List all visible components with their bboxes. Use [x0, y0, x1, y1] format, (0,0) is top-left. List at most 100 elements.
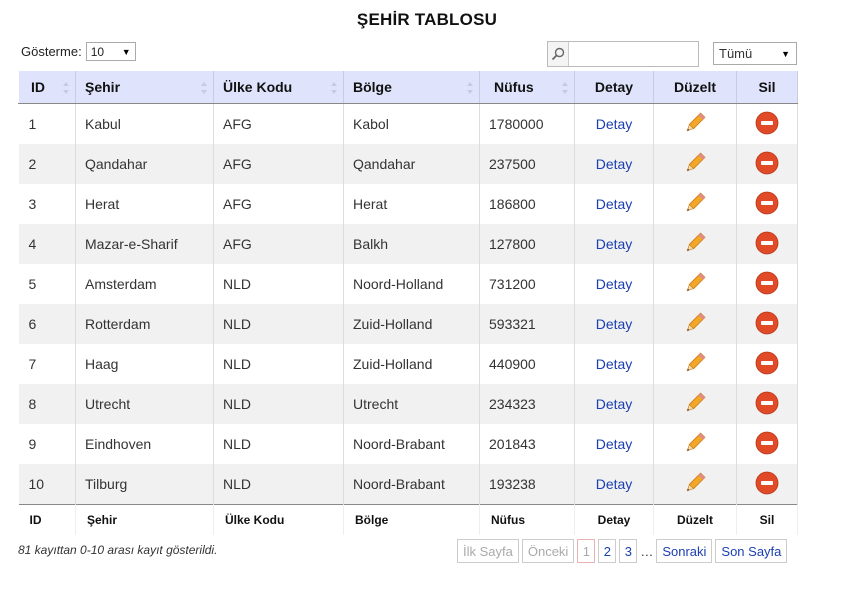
delete-icon[interactable]	[755, 111, 779, 138]
cell-country-code: NLD	[213, 424, 344, 464]
delete-icon[interactable]	[755, 151, 779, 178]
footer-nufus: Nüfus	[479, 504, 575, 535]
footer-ulke-kodu: Ülke Kodu	[213, 504, 344, 535]
pencil-icon[interactable]	[683, 352, 707, 378]
delete-icon[interactable]	[755, 271, 779, 298]
cell-id: 6	[18, 304, 76, 344]
next-page-button[interactable]: Sonraki	[656, 539, 713, 563]
cell-city: Herat	[75, 184, 214, 224]
table-row: 10 Tilburg NLD Noord-Brabant 193238 Deta…	[18, 464, 798, 505]
detail-link[interactable]: Detay	[596, 196, 633, 212]
table-row: 5 Amsterdam NLD Noord-Holland 731200 Det…	[18, 264, 798, 304]
pencil-icon[interactable]	[683, 312, 707, 338]
detail-link[interactable]: Detay	[596, 156, 633, 172]
detail-link[interactable]: Detay	[596, 236, 633, 252]
cell-country-code: NLD	[213, 264, 344, 304]
detail-link[interactable]: Detay	[596, 396, 633, 412]
column-header-id[interactable]: ID	[18, 71, 76, 104]
column-header-nufus[interactable]: Nüfus	[479, 71, 575, 104]
column-header-bolge[interactable]: Bölge	[343, 71, 480, 104]
page-length-select[interactable]: 10 ▼	[85, 42, 136, 61]
pagination: İlk Sayfa Önceki 1 2 3 … Sonraki Son Say…	[457, 539, 790, 563]
cell-country-code: AFG	[213, 184, 344, 224]
table-header-row: ID Şehir Ülke Kodu Bölge Nüfus Detay Düz…	[18, 71, 798, 104]
cell-city: Amsterdam	[75, 264, 214, 304]
delete-icon[interactable]	[755, 391, 779, 418]
cell-city: Qandahar	[75, 144, 214, 184]
pencil-icon[interactable]	[683, 112, 707, 138]
column-header-detay: Detay	[574, 71, 654, 104]
cell-city: Haag	[75, 344, 214, 384]
table-row: 9 Eindhoven NLD Noord-Brabant 201843 Det…	[18, 424, 798, 464]
cell-population: 440900	[479, 344, 575, 384]
delete-icon[interactable]	[755, 311, 779, 338]
footer-bolge: Bölge	[343, 504, 480, 535]
footer-detay: Detay	[574, 504, 654, 535]
cell-region: Herat	[343, 184, 480, 224]
cell-region: Zuid-Holland	[343, 304, 480, 344]
sort-arrows-icon	[562, 82, 568, 94]
cell-id: 1	[18, 103, 76, 144]
cell-region: Zuid-Holland	[343, 344, 480, 384]
cell-population: 186800	[479, 184, 575, 224]
cell-region: Utrecht	[343, 384, 480, 424]
pencil-icon[interactable]	[683, 192, 707, 218]
delete-icon[interactable]	[755, 471, 779, 498]
city-table: ID Şehir Ülke Kodu Bölge Nüfus Detay Düz…	[18, 71, 798, 535]
pencil-icon[interactable]	[683, 472, 707, 498]
page-button-1[interactable]: 1	[577, 539, 596, 563]
table-row: 2 Qandahar AFG Qandahar 237500 Detay	[18, 144, 798, 184]
footer-id: ID	[18, 504, 76, 535]
page-button-3[interactable]: 3	[619, 539, 638, 563]
detail-link[interactable]: Detay	[596, 436, 633, 452]
page-title: ŞEHİR TABLOSU	[356, 10, 498, 29]
first-page-button[interactable]: İlk Sayfa	[457, 539, 519, 563]
show-label: Gösterme:	[21, 44, 82, 59]
delete-icon[interactable]	[755, 351, 779, 378]
column-header-ulke-kodu[interactable]: Ülke Kodu	[213, 71, 344, 104]
table-row: 8 Utrecht NLD Utrecht 234323 Detay	[18, 384, 798, 424]
column-header-duzelt: Düzelt	[653, 71, 737, 104]
chevron-down-icon: ▼	[121, 46, 131, 57]
cell-population: 193238	[479, 464, 575, 505]
cell-region: Noord-Holland	[343, 264, 480, 304]
cell-country-code: NLD	[213, 304, 344, 344]
sort-arrows-icon	[467, 82, 473, 94]
cell-population: 237500	[479, 144, 575, 184]
footer-sil: Sil	[736, 504, 798, 535]
footer-duzelt: Düzelt	[653, 504, 737, 535]
page-length-control: Gösterme: 10 ▼	[21, 42, 136, 61]
page-button-2[interactable]: 2	[598, 539, 617, 563]
pencil-icon[interactable]	[683, 432, 707, 458]
page-length-value: 10	[90, 44, 105, 59]
delete-icon[interactable]	[755, 431, 779, 458]
cell-country-code: NLD	[213, 384, 344, 424]
delete-icon[interactable]	[755, 231, 779, 258]
footer-sehir: Şehir	[75, 504, 214, 535]
cell-city: Tilburg	[75, 464, 214, 505]
cell-country-code: AFG	[213, 224, 344, 264]
pencil-icon[interactable]	[683, 272, 707, 298]
cell-city: Rotterdam	[75, 304, 214, 344]
previous-page-button[interactable]: Önceki	[521, 539, 575, 563]
detail-link[interactable]: Detay	[596, 276, 633, 292]
detail-link[interactable]: Detay	[596, 356, 633, 372]
table-info: 81 kayıttan 0-10 arası kayıt gösterildi.	[18, 543, 218, 557]
last-page-button[interactable]: Son Sayfa	[715, 539, 788, 563]
cell-id: 4	[18, 224, 76, 264]
cell-country-code: AFG	[213, 103, 344, 144]
delete-icon[interactable]	[755, 191, 779, 218]
pencil-icon[interactable]	[683, 232, 707, 258]
detail-link[interactable]: Detay	[596, 316, 633, 332]
search-input[interactable]	[547, 41, 699, 67]
pencil-icon[interactable]	[683, 392, 707, 418]
filter-select[interactable]: Tümü ▼	[713, 42, 797, 65]
chevron-down-icon: ▼	[781, 48, 790, 59]
cell-population: 731200	[479, 264, 575, 304]
table-row: 3 Herat AFG Herat 186800 Detay	[18, 184, 798, 224]
column-header-sehir[interactable]: Şehir	[75, 71, 214, 104]
detail-link[interactable]: Detay	[596, 476, 633, 492]
pencil-icon[interactable]	[683, 152, 707, 178]
detail-link[interactable]: Detay	[596, 116, 633, 132]
cell-population: 127800	[479, 224, 575, 264]
